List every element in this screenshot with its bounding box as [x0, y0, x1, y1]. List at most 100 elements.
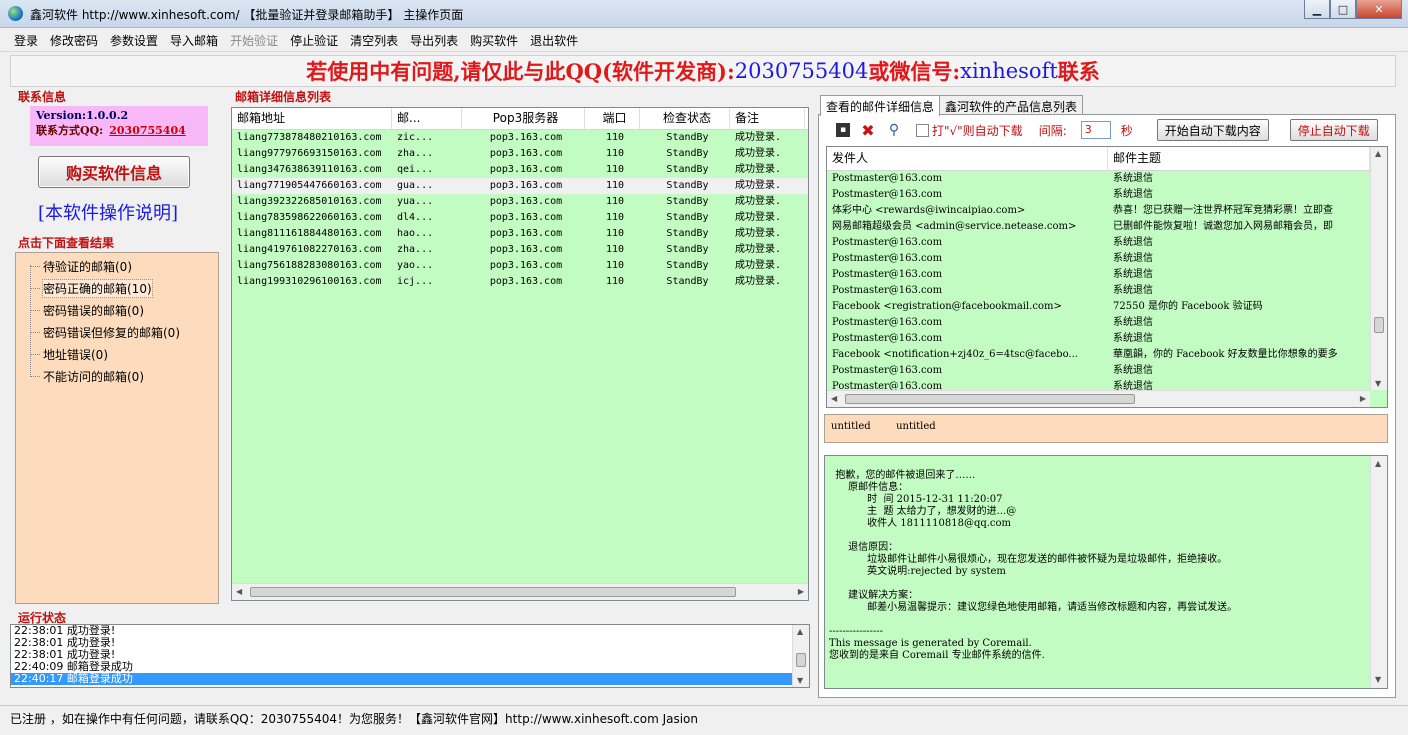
mail-subject: 系统退信 [1113, 365, 1153, 376]
auto-download-checkbox[interactable] [916, 123, 929, 137]
menu-export-list[interactable]: 导出列表 [410, 32, 458, 49]
col-sender[interactable]: 发件人 [827, 147, 1108, 170]
mailbox-cell: StandBy [666, 196, 709, 207]
col-address[interactable]: 邮箱地址 [232, 108, 392, 129]
mail-subject: 系统退信 [1113, 173, 1153, 184]
menu-change-password[interactable]: 修改密码 [50, 32, 98, 49]
close-icon[interactable]: ✕ [1356, 0, 1402, 19]
body-vscrollbar[interactable]: ▲ ▼ [1370, 456, 1387, 688]
mailbox-row[interactable]: liang756188283080163.com yao... pop3.163.c… [232, 258, 808, 274]
mail-row[interactable]: Facebook <notification+zj40z_6=4tsc@face… [827, 347, 1387, 363]
mail-row[interactable]: Postmaster@163.com 系统退信 [827, 363, 1387, 379]
mail-row[interactable]: 体彩中心 <rewards@iwincaipiao.com> 恭喜！您已获赠一注世… [827, 203, 1387, 219]
mailbox-hscrollbar[interactable]: ◀ ▶ [232, 583, 808, 600]
mailbox-table-header: 邮箱地址 邮... Pop3服务器 端口 检查状态 备注 [232, 108, 808, 130]
mail-hscrollbar[interactable]: ◀ ▶ [827, 390, 1370, 407]
mail-row[interactable]: Postmaster@163.com 系统退信 [827, 315, 1387, 331]
mail-subject: 系统退信 [1113, 253, 1153, 264]
mailbox-cell: 110 [605, 244, 625, 255]
mail-row[interactable]: Postmaster@163.com 系统退信 [827, 267, 1387, 283]
mailbox-cell: liang811161884480163.com [237, 228, 382, 239]
mailbox-cell: liang756188283080163.com [237, 260, 382, 271]
menu-import-mailbox[interactable]: 导入邮箱 [170, 32, 218, 49]
mailbox-row[interactable]: liang199310296100163.com icj... pop3.163.c… [232, 274, 808, 290]
tree-item-pending[interactable]: 待验证的邮箱(0) [30, 257, 132, 275]
mailbox-cell: liang419761082270163.com [237, 244, 382, 255]
log-line[interactable]: 22:38:01 成功登录! [11, 625, 792, 637]
mailbox-cell: gua... [397, 180, 434, 191]
tree-item-wrong-fixed[interactable]: 密码错误但修复的邮箱(0) [30, 323, 180, 341]
mail-sender: Facebook <notification+zj40z_6=4tsc@face… [832, 349, 1078, 360]
menu-clear-list[interactable]: 清空列表 [350, 32, 398, 49]
mail-table[interactable]: 发件人 邮件主题 Postmaster@163.com 系统退信 Postmaste… [826, 146, 1388, 408]
version-box: Version:1.0.0.2 联系方式QQ: 2030755404 [30, 106, 208, 146]
mailbox-row[interactable]: liang347638639110163.com qei... pop3.163.c… [232, 162, 808, 178]
tree-item-inaccessible[interactable]: 不能访问的邮箱(0) [30, 367, 144, 385]
tree-item-address-error[interactable]: 地址错误(0) [30, 345, 108, 363]
tree-item-correct[interactable]: 密码正确的邮箱(10) [30, 278, 153, 298]
mail-row[interactable]: Postmaster@163.com 系统退信 [827, 283, 1387, 299]
stop-download-button[interactable]: 停止自动下载 [1289, 119, 1378, 141]
mail-subject: 恭喜！您已获赠一注世界杯冠军竞猜彩票！立即查 [1113, 205, 1333, 216]
mailbox-row[interactable]: liang783598622060163.com dl4... pop3.163.c… [232, 210, 808, 226]
mailbox-cell: dl4... [397, 212, 434, 223]
maximize-icon[interactable]: □ [1330, 0, 1356, 19]
help-link[interactable]: [本软件操作说明] [38, 199, 178, 225]
mail-row[interactable]: Postmaster@163.com 系统退信 [827, 187, 1387, 203]
mailbox-cell: 成功登录. [735, 244, 782, 255]
start-download-button[interactable]: 开始自动下载内容 [1156, 119, 1269, 141]
menu-login[interactable]: 登录 [14, 32, 38, 49]
menu-settings[interactable]: 参数设置 [110, 32, 158, 49]
mailbox-row[interactable]: liang392322685010163.com yua... pop3.163.c… [232, 194, 808, 210]
menu-buy-software[interactable]: 购买软件 [470, 32, 518, 49]
menu-exit[interactable]: 退出软件 [530, 32, 578, 49]
interval-input[interactable]: 3 [1080, 121, 1111, 139]
buy-software-button[interactable]: 购买软件信息 [38, 156, 190, 188]
mail-row[interactable]: Postmaster@163.com 系统退信 [827, 171, 1387, 187]
mailbox-cell: 110 [605, 196, 625, 207]
mail-row[interactable]: Postmaster@163.com 系统退信 [827, 251, 1387, 267]
search-icon[interactable]: ⚲ [886, 122, 902, 138]
window-controls: ▁ □ ✕ [1304, 0, 1402, 20]
mail-sender: Postmaster@163.com [832, 333, 943, 344]
mailbox-cell: 成功登录. [735, 228, 782, 239]
mailbox-row[interactable]: liang811161884480163.com hao... pop3.163.c… [232, 226, 808, 242]
mailbox-row[interactable]: liang419761082270163.com zha... pop3.163.c… [232, 242, 808, 258]
menu-start-verify[interactable]: 开始验证 [230, 32, 278, 49]
mailbox-cell: 成功登录. [735, 212, 782, 223]
run-status-log[interactable]: 22:38:01 成功登录! 22:38:01 成功登录! 22:38:01 成功登… [10, 624, 810, 688]
log-line[interactable]: 22:38:01 成功登录! [11, 637, 792, 649]
mailbox-cell: 成功登录. [735, 164, 782, 175]
delete-icon[interactable]: ✖ [860, 121, 876, 140]
col-subject[interactable]: 邮件主题 [1108, 147, 1370, 170]
minimize-icon[interactable]: ▁ [1304, 0, 1330, 19]
mail-row[interactable]: Facebook <registration@facebookmail.com>… [827, 299, 1387, 315]
mailbox-row[interactable]: liang771905447660163.com gua... pop3.163.c… [232, 178, 808, 194]
mail-row[interactable]: Postmaster@163.com 系统退信 [827, 331, 1387, 347]
tab-products[interactable]: 鑫河软件的产品信息列表 [939, 95, 1084, 115]
save-icon[interactable]: ▪ [836, 123, 850, 137]
log-vscrollbar[interactable]: ▲ ▼ [792, 625, 809, 687]
col-remark[interactable]: 备注 [730, 108, 805, 129]
mailbox-row[interactable]: liang773878480210163.com zic... pop3.163.c… [232, 130, 808, 146]
mailbox-row[interactable]: liang977976693150163.com zha... pop3.163.c… [232, 146, 808, 162]
qq-link[interactable]: 2030755404 [109, 124, 186, 137]
log-line[interactable]: 22:40:17 邮箱登录成功 [11, 673, 792, 685]
col-port[interactable]: 端口 [585, 108, 640, 129]
mail-sender: Postmaster@163.com [832, 253, 943, 264]
mail-vscrollbar[interactable]: ▲ ▼ [1370, 147, 1387, 390]
col-pop3[interactable]: Pop3服务器 [462, 108, 585, 129]
mailbox-cell: icj... [397, 276, 434, 287]
mailbox-table[interactable]: 邮箱地址 邮... Pop3服务器 端口 检查状态 备注 liang773878… [231, 107, 809, 601]
tree-item-wrong[interactable]: 密码错误的邮箱(0) [30, 301, 144, 319]
mailbox-cell: 110 [605, 260, 625, 271]
contact-banner: 若使用中有问题,请仅此与此QQ(软件开发商): 2030755404 或微信号: xi… [10, 55, 1396, 87]
tab-mail-detail[interactable]: 查看的邮件详细信息 [820, 95, 941, 116]
mail-row[interactable]: 网易邮箱超级会员 <admin@service.netease.com> 已删邮件… [827, 219, 1387, 235]
status-bar: 已注册 ，如在操作中有任何问题，请联系QQ：2030755404！为您服务！【鑫… [0, 705, 1408, 731]
col-password[interactable]: 邮... [392, 108, 462, 129]
mail-row[interactable]: Postmaster@163.com 系统退信 [827, 235, 1387, 251]
col-status[interactable]: 检查状态 [640, 108, 730, 129]
version-label: Version:1.0.0.2 [36, 109, 129, 122]
menu-stop-verify[interactable]: 停止验证 [290, 32, 338, 49]
